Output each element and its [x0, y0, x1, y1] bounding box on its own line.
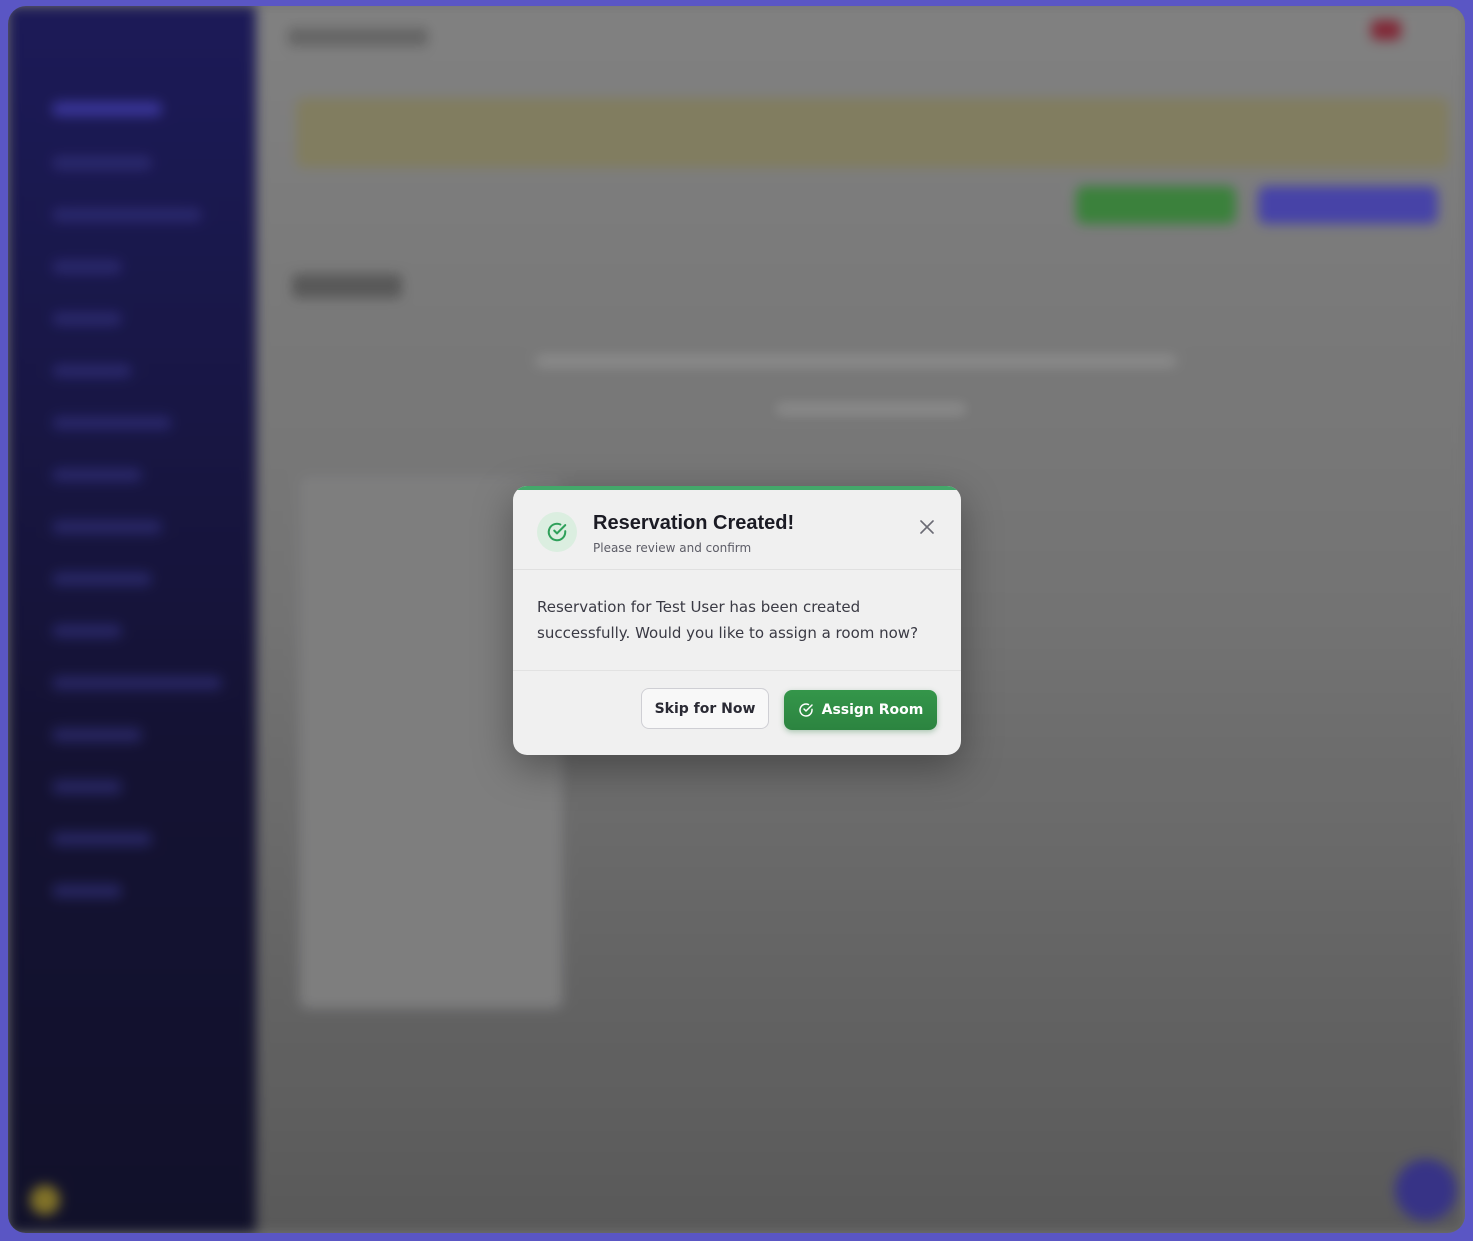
- close-button[interactable]: [915, 515, 939, 539]
- check-circle-icon: [537, 512, 577, 552]
- dialog-message: Reservation for Test User has been creat…: [537, 598, 919, 642]
- close-icon: [920, 520, 934, 534]
- dialog-header: Reservation Created! Please review and c…: [513, 490, 961, 570]
- assign-button-label: Assign Room: [821, 702, 924, 718]
- assign-room-button[interactable]: Assign Room: [784, 690, 937, 730]
- reservation-created-dialog: Reservation Created! Please review and c…: [513, 486, 961, 755]
- skip-for-now-button[interactable]: Skip for Now: [641, 688, 769, 729]
- dialog-title: Reservation Created!: [593, 512, 795, 534]
- dialog-subtitle: Please review and confirm: [593, 541, 752, 555]
- check-circle-icon: [798, 703, 813, 717]
- dialog-footer: Skip for Now Assign Room: [513, 670, 961, 755]
- skip-button-label: Skip for Now: [654, 700, 756, 717]
